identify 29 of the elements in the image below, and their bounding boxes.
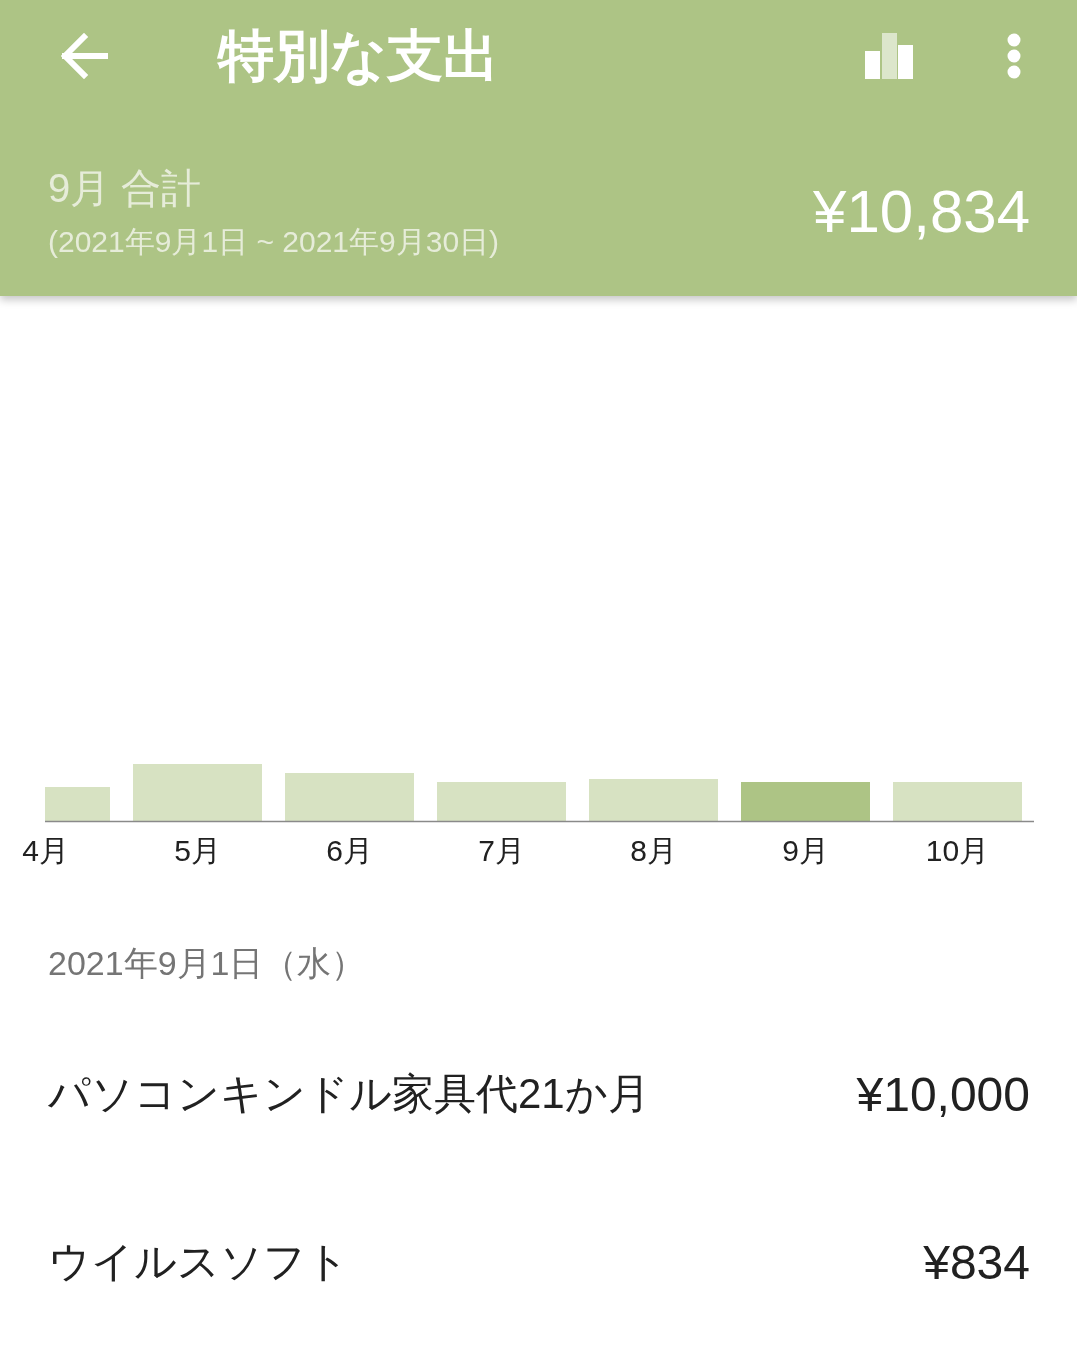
month-label: 9月 bbox=[782, 834, 829, 867]
expense-amount: ¥10,000 bbox=[856, 1066, 1030, 1122]
screen-title: 特別な支出 bbox=[218, 23, 499, 90]
chart-bar[interactable] bbox=[133, 764, 262, 821]
summary-total: ¥10,834 bbox=[813, 179, 1030, 245]
month-label: 6月 bbox=[326, 834, 373, 867]
month-label: 8月 bbox=[630, 834, 677, 867]
expense-name[interactable]: ウイルスソフト bbox=[48, 1234, 349, 1290]
summary-period: (2021年9月1日 ~ 2021年9月30日) bbox=[48, 224, 500, 260]
month-label: 4月 bbox=[22, 834, 69, 867]
back-arrow-icon bbox=[60, 33, 108, 79]
chart-button[interactable] bbox=[865, 33, 913, 79]
month-label: 7月 bbox=[478, 834, 525, 867]
back-button[interactable] bbox=[60, 33, 108, 79]
month-label: 5月 bbox=[174, 834, 221, 867]
chart-bar[interactable] bbox=[741, 782, 870, 821]
chart-bar[interactable] bbox=[589, 779, 718, 821]
chart-bar[interactable] bbox=[893, 782, 1022, 821]
summary-label: 9月 合計 bbox=[48, 165, 203, 212]
expense-name[interactable]: パソコンキンドル家具代21か月 bbox=[48, 1066, 650, 1122]
chart-bar[interactable] bbox=[45, 787, 110, 821]
expense-amount: ¥834 bbox=[923, 1234, 1030, 1290]
date-heading: 2021年9月1日（水） bbox=[48, 943, 366, 984]
more-options-icon bbox=[1007, 33, 1021, 79]
chart-bar[interactable] bbox=[285, 773, 414, 821]
month-label: 10月 bbox=[925, 834, 990, 867]
chart-bar[interactable] bbox=[437, 782, 566, 821]
more-options-button[interactable] bbox=[1007, 33, 1021, 79]
bar-chart-icon bbox=[865, 33, 913, 79]
